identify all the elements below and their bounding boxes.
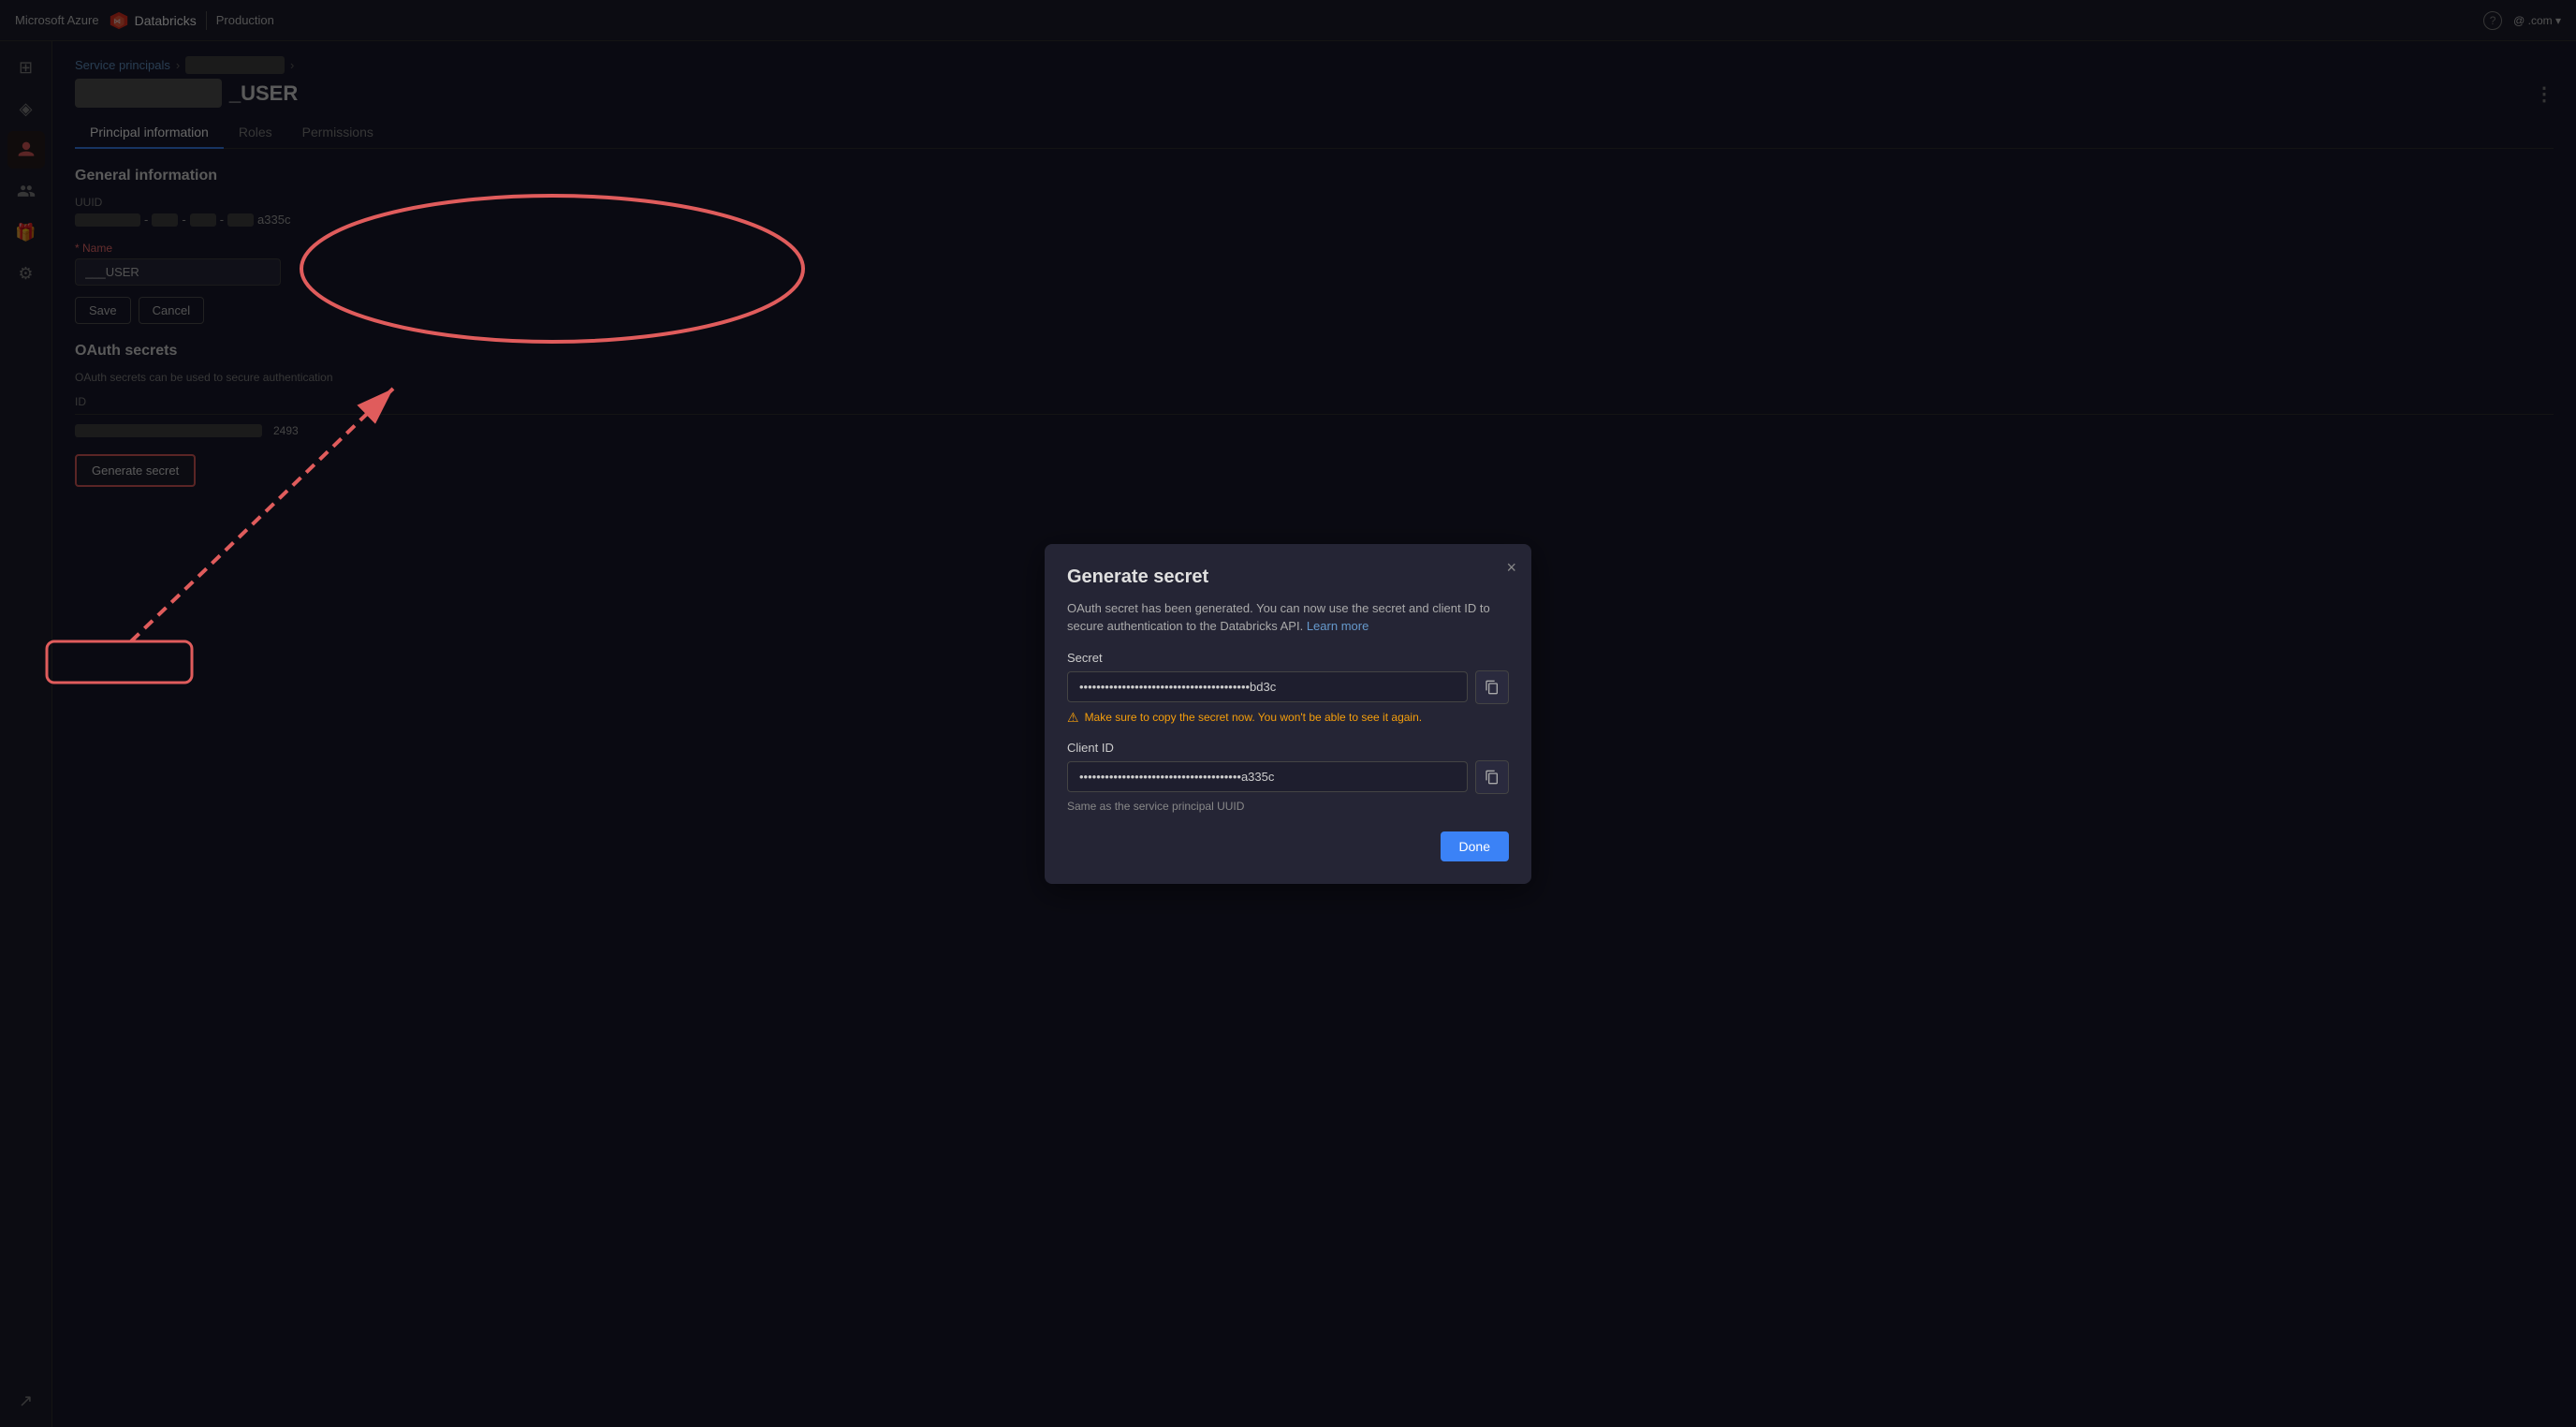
secret-copy-button[interactable] — [1475, 670, 1509, 704]
secret-field-section: Secret ⚠ Make sure to copy the secret no… — [1067, 651, 1509, 726]
learn-more-link[interactable]: Learn more — [1307, 619, 1368, 633]
modal-overlay[interactable]: Generate secret × OAuth secret has been … — [0, 0, 2576, 1427]
client-id-input-row — [1067, 760, 1509, 794]
warning-icon: ⚠ — [1067, 710, 1079, 726]
modal-description: OAuth secret has been generated. You can… — [1067, 599, 1509, 636]
client-id-input[interactable] — [1067, 761, 1468, 792]
client-id-field-section: Client ID Same as the service principal … — [1067, 741, 1509, 813]
secret-label: Secret — [1067, 651, 1509, 665]
modal-title: Generate secret — [1067, 566, 1509, 588]
secret-input[interactable] — [1067, 671, 1468, 702]
warning-text: Make sure to copy the secret now. You wo… — [1085, 711, 1423, 724]
secret-input-row — [1067, 670, 1509, 704]
same-as-uuid-text: Same as the service principal UUID — [1067, 800, 1509, 813]
secret-warning: ⚠ Make sure to copy the secret now. You … — [1067, 710, 1509, 726]
client-id-label: Client ID — [1067, 741, 1509, 755]
done-button[interactable]: Done — [1441, 831, 1509, 861]
modal-close-button[interactable]: × — [1506, 559, 1516, 576]
generate-secret-modal: Generate secret × OAuth secret has been … — [1045, 544, 1531, 884]
modal-footer: Done — [1067, 831, 1509, 861]
client-id-copy-button[interactable] — [1475, 760, 1509, 794]
